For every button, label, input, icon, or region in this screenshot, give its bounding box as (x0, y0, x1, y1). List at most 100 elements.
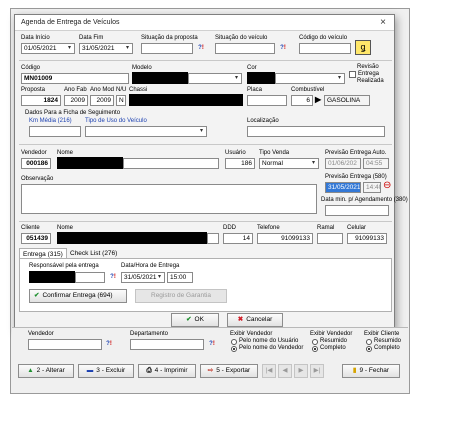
bg-exibir-vendedor2-label: Exibir Vendedor (310, 331, 353, 337)
modelo-combo[interactable]: ▾ (188, 73, 242, 84)
chevron-down-icon[interactable]: ▾ (232, 74, 241, 83)
observacao-label: Observação (21, 176, 54, 182)
nav-last-button[interactable]: ▶| (310, 364, 324, 378)
previsao-auto-label: Previsão Entrega Auto. (325, 150, 387, 156)
tipo-uso-label: Tipo de Uso do Veículo (85, 118, 147, 124)
ramal-label: Ramal (317, 225, 335, 231)
minus-icon: ▬ (86, 367, 94, 374)
cliente-field[interactable]: 051439 (21, 233, 51, 244)
data-min-label: Data min. p/ Agendamento (380) (321, 197, 408, 203)
chevron-down-icon[interactable]: ▾ (65, 44, 74, 53)
km-media-field[interactable] (29, 126, 81, 137)
imprimir-button[interactable]: ⎙ 4 - Imprimir (138, 364, 196, 378)
clear-icon[interactable]: ⊖ (383, 180, 391, 191)
ddd-field[interactable]: 14 (223, 233, 253, 244)
responsavel-redacted (29, 271, 75, 283)
exportar-button[interactable]: ⇨ 5 - Exportar (200, 364, 258, 378)
chevron-down-icon[interactable]: ▾ (309, 159, 318, 168)
usuario-field[interactable]: 186 (225, 158, 255, 169)
lookup-icon[interactable]: ?! (195, 43, 207, 54)
close-icon[interactable]: × (380, 17, 386, 28)
registro-garantia-button[interactable]: Registro de Garantia (135, 289, 227, 303)
data-fim-field[interactable]: 31/05/2021 ▾ (79, 43, 133, 54)
vendedor-nome-field (123, 158, 219, 169)
radio-nome-usuario-label: Pelo nome do Usuário (239, 338, 299, 344)
ficha-seguimento-label: Dados Para a Ficha de Seguimento (25, 110, 121, 116)
filter-search-button[interactable]: ǥ (355, 40, 371, 55)
observacao-textarea[interactable] (21, 184, 317, 214)
celular-field[interactable]: 91099133 (347, 233, 387, 244)
proposta-field[interactable]: 1824 (21, 95, 61, 106)
chevron-down-icon[interactable]: ▾ (123, 44, 132, 53)
vendedor-nome-label: Nome (57, 150, 74, 156)
cancel-button[interactable]: ✖ Cancelar (227, 313, 283, 327)
combustivel-code[interactable]: 6 (291, 95, 313, 106)
lookup-mark: ! (109, 341, 112, 347)
placa-label: Placa (247, 87, 263, 93)
alterar-button[interactable]: ▲ 2 - Alterar (18, 364, 74, 378)
printer-icon: ⎙ (146, 367, 152, 374)
lookup-mark: ! (113, 274, 116, 280)
bg-vendedor-field[interactable] (28, 339, 102, 350)
localizacao-field[interactable] (247, 126, 385, 137)
tipo-venda-combo[interactable]: Normal ▾ (259, 158, 319, 169)
chevron-down-icon[interactable]: ▾ (197, 127, 206, 136)
previsao-580-date[interactable]: 31/05/2021 (325, 182, 361, 193)
radio-resumido[interactable] (312, 339, 318, 345)
entrega-label: Entrega (358, 71, 380, 77)
ano-mod-label: Ano Mod (90, 87, 115, 93)
combustivel-lookup-icon[interactable]: ▶ (315, 95, 321, 104)
combustivel-field: GASOLINA (324, 95, 370, 106)
ok-button[interactable]: ✔ OK (171, 313, 219, 327)
lookup-icon[interactable]: ?! (277, 43, 289, 54)
situacao-proposta-field[interactable] (141, 43, 193, 54)
nav-first-button[interactable]: |◀ (262, 364, 276, 378)
situacao-veiculo-field[interactable] (215, 43, 275, 54)
placa-field[interactable] (247, 95, 287, 106)
ramal-field[interactable] (317, 233, 343, 244)
excluir-button[interactable]: ▬ 3 - Excluir (78, 364, 134, 378)
ano-mod-field[interactable]: 2009 (90, 95, 114, 106)
telefone-field[interactable]: 91099133 (257, 233, 313, 244)
lookup-icon[interactable]: ?! (206, 339, 218, 350)
radio-completo-label: Completo (320, 345, 346, 351)
data-min-field[interactable] (325, 205, 389, 216)
radio-cliente-resumido[interactable] (366, 339, 372, 345)
lookup-icon[interactable]: ?! (107, 272, 119, 283)
ano-fab-field[interactable]: 2009 (64, 95, 88, 106)
codigo-field[interactable]: MN01009 (21, 73, 129, 84)
lookup-mark: ! (212, 341, 215, 347)
bg-departamento-field[interactable] (130, 339, 204, 350)
nu-field[interactable]: N (116, 95, 126, 106)
celular-label: Celular (347, 225, 367, 231)
radio-cliente-completo[interactable] (366, 346, 372, 352)
radio-completo[interactable] (312, 346, 318, 352)
tipo-venda-value: Normal (262, 160, 283, 167)
cor-combo[interactable]: ▾ (275, 73, 345, 84)
confirmar-entrega-button[interactable]: ✔ Confirmar Entrega (694) (29, 289, 127, 303)
responsavel-field[interactable] (75, 272, 105, 283)
lookup-icon[interactable]: ?! (103, 339, 115, 350)
ddd-label: DDD (223, 225, 236, 231)
radio-nome-usuario[interactable] (231, 339, 237, 345)
chevron-down-icon[interactable]: ▾ (335, 74, 344, 83)
chevron-down-icon[interactable]: ▾ (155, 273, 164, 282)
data-inicio-field[interactable]: 01/05/2021 ▾ (21, 43, 75, 54)
radio-nome-vendedor[interactable] (231, 346, 237, 352)
hora-entrega-field[interactable]: 15:00 (167, 272, 193, 283)
tipo-uso-combo[interactable]: ▾ (85, 126, 207, 137)
fechar-button[interactable]: ▮ 9 - Fechar (342, 364, 400, 378)
chassi-label: Chassi (129, 87, 148, 93)
imprimir-label: 4 - Imprimir (154, 367, 188, 374)
previsao-580-time[interactable]: 14:40 (363, 182, 381, 193)
vendedor-field[interactable]: 000186 (21, 158, 51, 169)
codigo-label: Código (21, 65, 41, 71)
radio-cliente-resumido-label: Resumido (374, 338, 402, 344)
situacao-veiculo-label: Situação do veículo (215, 35, 268, 41)
nav-prev-button[interactable]: ◀ (278, 364, 292, 378)
nav-next-button[interactable]: ▶ (294, 364, 308, 378)
responsavel-label: Responsável pela entrega (29, 263, 99, 269)
data-entrega-field[interactable]: 31/05/2021 ▾ (121, 272, 165, 283)
entrega-realizada-checkbox[interactable] (349, 71, 356, 78)
codigo-veiculo-field[interactable] (299, 43, 351, 54)
